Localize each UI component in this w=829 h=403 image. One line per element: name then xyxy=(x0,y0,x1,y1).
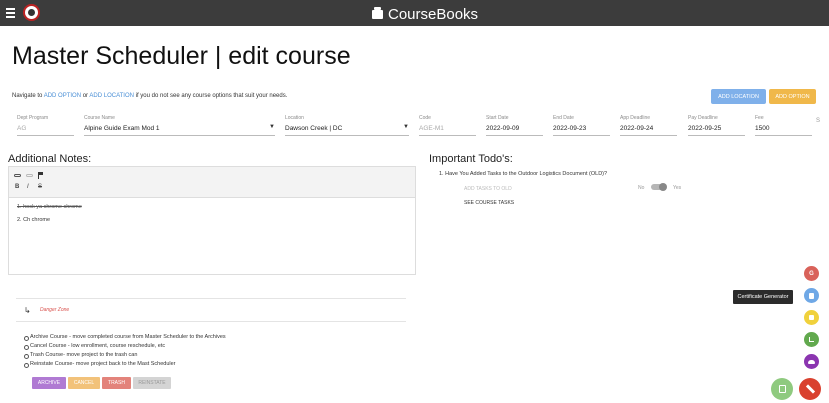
toggle-thumb[interactable] xyxy=(659,183,667,191)
end-date-field[interactable]: 2022-09-23 xyxy=(553,125,586,132)
todo-item: 1. Have You Added Tasks to the Outdoor L… xyxy=(439,171,608,177)
bold-button[interactable]: B xyxy=(15,184,19,190)
code-underline xyxy=(419,135,476,136)
pay-deadline-field[interactable]: 2022-09-25 xyxy=(688,125,721,132)
flag-icon[interactable] xyxy=(38,172,43,179)
location-underline xyxy=(285,135,409,136)
notes-heading: Additional Notes: xyxy=(8,153,92,165)
editor-toolbar: B I S xyxy=(9,167,415,198)
start-date-underline xyxy=(486,135,543,136)
people-fab[interactable] xyxy=(804,354,819,369)
fee-underline xyxy=(755,135,812,136)
page-title: Master Scheduler | edit course xyxy=(12,42,351,70)
g-label: G xyxy=(809,270,814,277)
app-deadline-label: App Deadline xyxy=(620,115,651,121)
fee-label: Fee xyxy=(755,115,764,121)
top-app-bar: CourseBooks xyxy=(0,0,829,26)
people-icon xyxy=(808,359,815,364)
divider xyxy=(16,298,406,299)
chart-icon xyxy=(809,337,814,342)
dept-program-label: Dept Program xyxy=(17,115,49,121)
add-tasks-to-old-button[interactable]: ADD TASKS TO OLD xyxy=(464,186,512,192)
note-line: 1. hock ya chrome chrome xyxy=(17,204,82,210)
toggle-yes-label: Yes xyxy=(673,185,682,191)
document-icon xyxy=(809,292,814,299)
books-icon xyxy=(372,6,383,19)
danger-zone-label: Danger Zone xyxy=(40,307,70,313)
add-location-button[interactable]: ADD LOCATION xyxy=(711,89,766,104)
code-label: Code xyxy=(419,115,431,121)
link-icon[interactable] xyxy=(14,174,21,177)
save-icon xyxy=(779,385,786,393)
dept-program-underline xyxy=(17,135,74,136)
app-deadline-field[interactable]: 2022-09-24 xyxy=(620,125,653,132)
add-option-button[interactable]: ADD OPTION xyxy=(769,89,816,104)
italic-button[interactable]: I xyxy=(27,184,29,190)
overflow-field-label: S xyxy=(816,118,821,124)
danger-item: Trash Course- move project to the trash … xyxy=(23,352,138,359)
notes-editor[interactable]: B I S 1. hock ya chrome chrome 2. Ch chr… xyxy=(8,166,416,275)
wrench-icon xyxy=(805,384,816,394)
certificate-generator-tooltip: Certificate Generator xyxy=(733,290,793,304)
notes-fab[interactable] xyxy=(804,310,819,325)
todos-heading: Important Todo's: xyxy=(429,153,513,165)
add-option-link[interactable]: ADD OPTION xyxy=(44,93,81,99)
dept-program-field[interactable]: AG xyxy=(17,125,26,132)
toggle-no-label: No xyxy=(638,185,645,191)
danger-item: Archive Course - move completed course f… xyxy=(24,334,226,341)
tools-fab[interactable] xyxy=(799,378,821,400)
end-date-underline xyxy=(553,135,610,136)
end-date-label: End Date xyxy=(553,115,574,121)
danger-item: Cancel Course - low enrollment, course r… xyxy=(23,343,166,350)
fee-field[interactable]: 1500 xyxy=(755,125,769,132)
pay-deadline-underline xyxy=(688,135,745,136)
cancel-button[interactable]: CANCEL xyxy=(68,377,100,389)
add-location-link[interactable]: ADD LOCATION xyxy=(89,93,134,99)
strikethrough-button[interactable]: S xyxy=(38,184,42,190)
menu-icon[interactable] xyxy=(6,8,15,18)
chevron-down-icon[interactable]: ▼ xyxy=(403,124,409,130)
g-fab[interactable]: G xyxy=(804,266,819,281)
chevron-down-icon[interactable]: ▼ xyxy=(269,124,275,130)
code-field[interactable]: AGE-M1 xyxy=(419,125,444,132)
reinstate-button[interactable]: REINSTATE xyxy=(133,377,171,389)
trash-button[interactable]: TRASH xyxy=(102,377,131,389)
nav-middle: or xyxy=(82,93,89,99)
course-name-underline xyxy=(84,135,275,136)
certificate-generator-fab[interactable] xyxy=(804,288,819,303)
start-date-label: Start Date xyxy=(486,115,509,121)
pay-deadline-label: Pay Deadline xyxy=(688,115,718,121)
start-date-field[interactable]: 2022-09-09 xyxy=(486,125,519,132)
app-brand: CourseBooks xyxy=(372,5,478,23)
navigation-hint: Navigate to ADD OPTION or ADD LOCATION i… xyxy=(12,93,287,99)
unlink-icon[interactable] xyxy=(26,174,33,177)
save-fab[interactable] xyxy=(771,378,793,400)
archive-button[interactable]: ARCHIVE xyxy=(32,377,66,389)
location-select[interactable]: Dawson Creek | DC xyxy=(285,125,342,132)
nav-suffix: if you do not see any course options tha… xyxy=(135,93,288,99)
divider xyxy=(16,321,406,322)
note-line: 2. Ch chrome xyxy=(17,217,51,223)
nav-prefix: Navigate to xyxy=(12,93,43,99)
app-deadline-underline xyxy=(620,135,677,136)
subdirectory-arrow-icon: ↳ xyxy=(24,306,31,315)
danger-item: Reinstate Course- move project back to t… xyxy=(24,361,176,368)
course-name-select[interactable]: Alpine Guide Exam Mod 1 xyxy=(84,125,160,132)
org-logo[interactable] xyxy=(23,4,40,21)
chart-fab[interactable] xyxy=(804,332,819,347)
course-name-label: Course Name xyxy=(84,115,115,121)
note-icon xyxy=(809,315,814,320)
location-label: Location xyxy=(285,115,304,121)
see-course-tasks-button[interactable]: SEE COURSE TASKS xyxy=(464,200,514,206)
app-title: CourseBooks xyxy=(388,5,479,23)
